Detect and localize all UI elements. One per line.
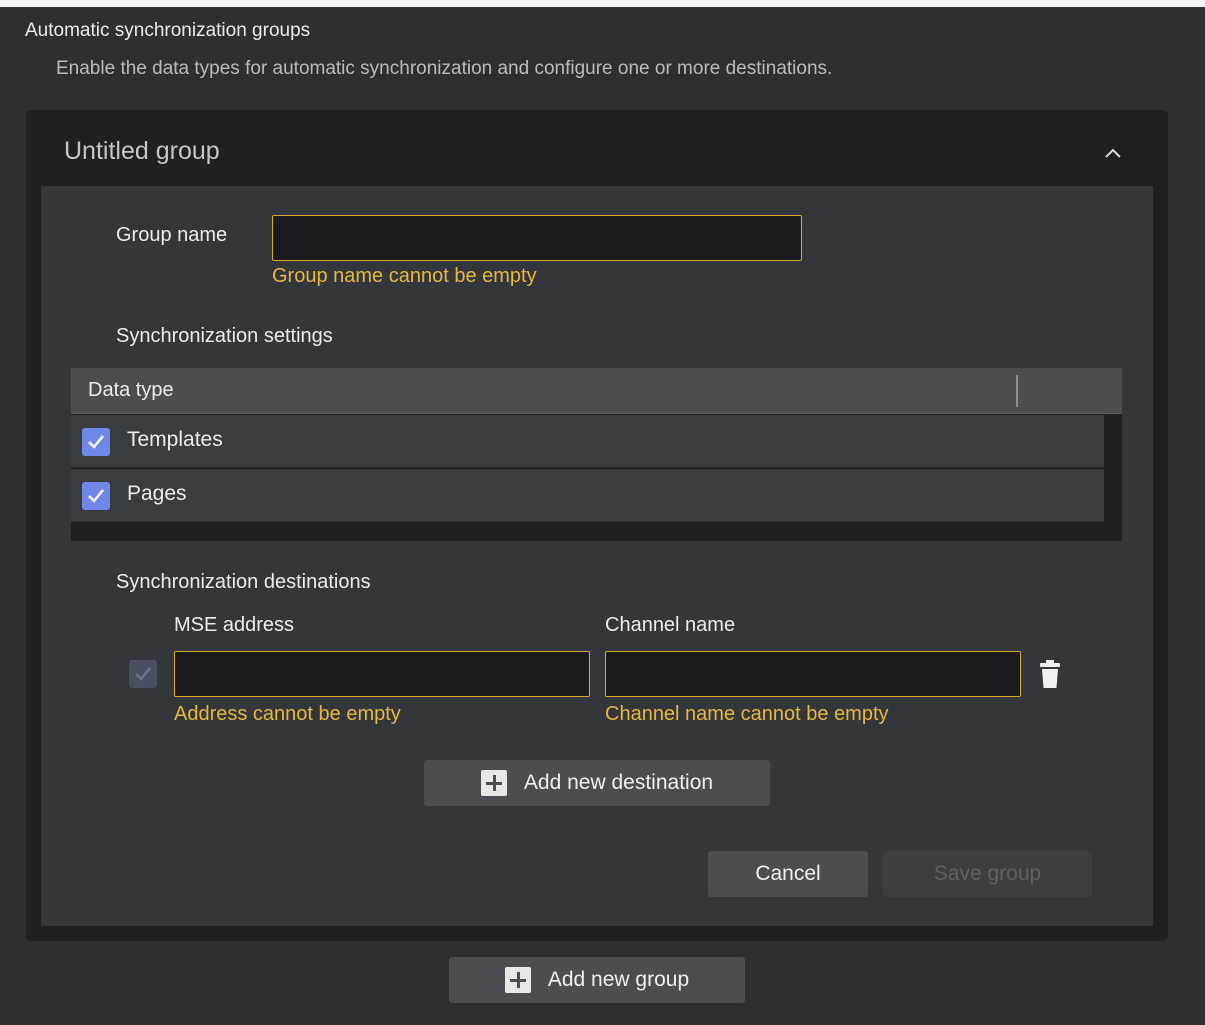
group-title: Untitled group (64, 137, 220, 165)
group-name-input[interactable] (272, 215, 802, 261)
sync-group-card: Untitled group Group name Group name can… (26, 110, 1168, 941)
sync-destinations-label: Synchronization destinations (116, 571, 371, 593)
address-error: Address cannot be empty (174, 703, 401, 725)
group-name-label: Group name (116, 224, 228, 246)
row-label: Templates (127, 428, 223, 451)
checkmark-icon (88, 435, 104, 449)
plus-icon (504, 967, 531, 993)
mse-address-input[interactable] (174, 651, 590, 697)
mse-address-label: MSE address (174, 614, 295, 636)
top-strip (0, 0, 1205, 7)
group-body: Group name Group name cannot be empty Sy… (41, 186, 1153, 926)
add-group-button[interactable]: Add new group (449, 957, 745, 1003)
table-header[interactable]: Data type (71, 368, 1122, 414)
pages-checkbox[interactable] (82, 482, 110, 510)
section-description: Enable the data types for automatic sync… (56, 58, 833, 79)
section-title: Automatic synchronization groups (25, 20, 311, 41)
templates-checkbox[interactable] (82, 428, 110, 456)
channel-name-label: Channel name (605, 614, 736, 636)
group-header[interactable]: Untitled group (26, 110, 1168, 186)
cancel-label: Cancel (755, 862, 821, 885)
column-resize-handle[interactable] (1016, 375, 1018, 407)
column-header-data-type: Data type (88, 379, 174, 401)
save-group-button[interactable]: Save group (883, 851, 1092, 897)
group-name-error: Group name cannot be empty (272, 265, 537, 287)
cancel-button[interactable]: Cancel (708, 851, 868, 897)
sync-settings-label: Synchronization settings (116, 325, 333, 347)
table-row[interactable]: Templates (71, 415, 1104, 468)
trash-icon[interactable] (1039, 659, 1061, 689)
add-destination-label: Add new destination (523, 771, 714, 794)
destination-enabled-checkbox (129, 660, 157, 688)
checkmark-icon (88, 489, 104, 503)
table-row[interactable]: Pages (71, 469, 1104, 522)
channel-name-error: Channel name cannot be empty (605, 703, 889, 725)
checkmark-icon (135, 667, 151, 681)
add-destination-button[interactable]: Add new destination (424, 760, 770, 806)
add-group-label: Add new group (547, 968, 690, 991)
plus-icon (480, 770, 507, 796)
channel-name-input[interactable] (605, 651, 1021, 697)
row-label: Pages (127, 482, 187, 505)
save-group-label: Save group (933, 862, 1042, 885)
chevron-up-icon[interactable] (1098, 138, 1128, 168)
data-type-table: Data type Templates Pages (71, 368, 1122, 541)
